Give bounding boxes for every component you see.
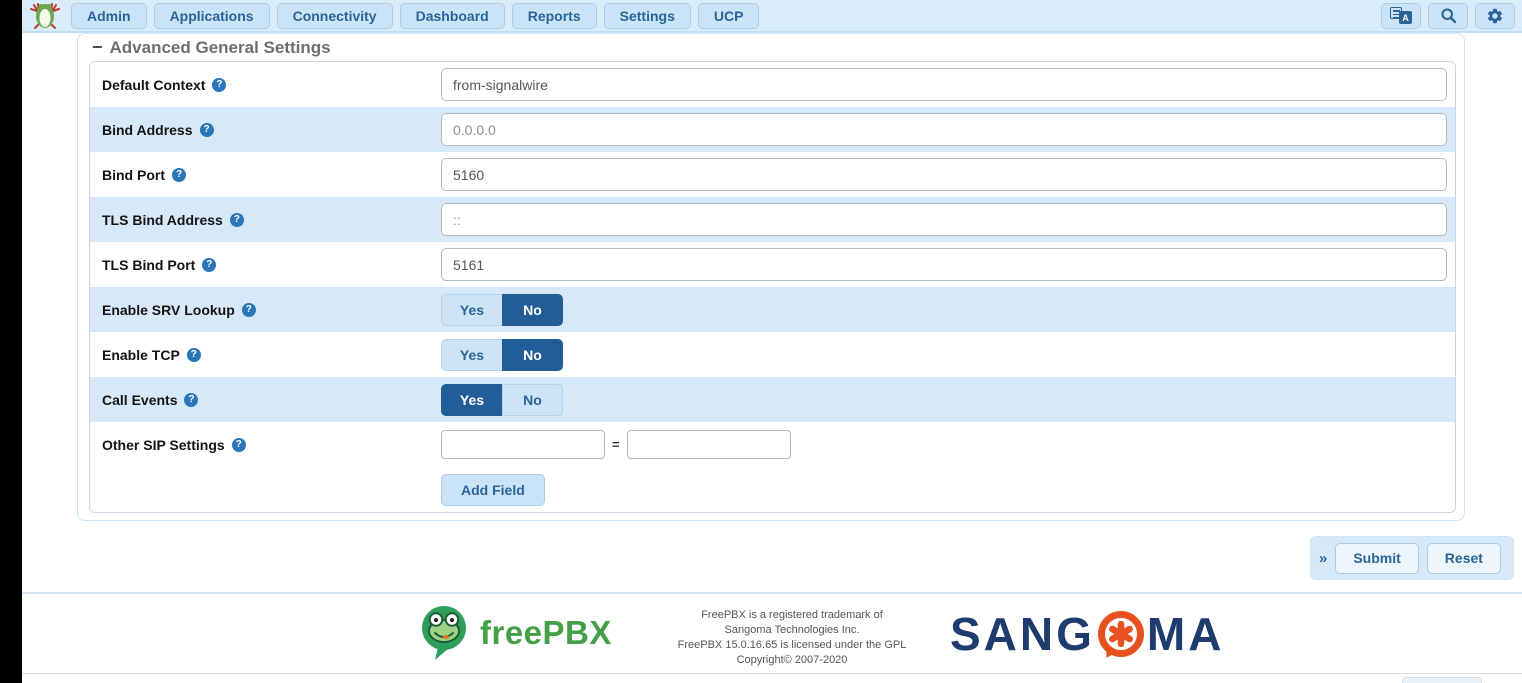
bind-port-input[interactable] <box>441 158 1447 191</box>
row-other-sip-settings: Other SIP Settings ? = <box>90 422 1455 467</box>
sangoma-logo: SANG MA <box>950 607 1224 661</box>
section-title: Advanced General Settings <box>110 38 331 58</box>
settings-table: Default Context ? Bind Address ? Bin <box>89 61 1456 513</box>
bind-address-label: Bind Address <box>102 122 193 138</box>
help-icon[interactable]: ? <box>200 123 214 137</box>
row-bind-port: Bind Port ? <box>90 152 1455 197</box>
trademark-text: FreePBX is a registered trademark of San… <box>642 608 942 668</box>
add-field-row: Add Field <box>90 467 1455 512</box>
help-icon[interactable]: ? <box>230 213 244 227</box>
nav-tab-settings[interactable]: Settings <box>604 3 691 29</box>
equals-separator: = <box>612 437 620 452</box>
freepbx-logo-text: freePBX <box>480 614 612 652</box>
tls-bind-port-input[interactable] <box>441 248 1447 281</box>
tls-bind-port-label: TLS Bind Port <box>102 257 195 273</box>
screen-edge-bar <box>0 0 22 683</box>
other-sip-settings-label: Other SIP Settings <box>102 437 225 453</box>
action-bar: » Submit Reset <box>1310 536 1514 580</box>
nav-tab-connectivity[interactable]: Connectivity <box>277 3 393 29</box>
search-button[interactable] <box>1428 3 1468 29</box>
call-events-toggle: Yes No <box>441 384 563 416</box>
row-tls-bind-port: TLS Bind Port ? <box>90 242 1455 287</box>
sangoma-text-prefix: SANG <box>950 607 1095 661</box>
tcp-yes-button[interactable]: Yes <box>441 339 502 371</box>
enable-srv-lookup-toggle: Yes No <box>441 294 563 326</box>
help-icon[interactable]: ? <box>187 348 201 362</box>
row-bind-address: Bind Address ? <box>90 107 1455 152</box>
trademark-line: FreePBX is a registered trademark of <box>642 608 942 623</box>
section-header[interactable]: − Advanced General Settings <box>92 37 331 58</box>
help-icon[interactable]: ? <box>202 258 216 272</box>
trademark-line: Copyright© 2007-2020 <box>642 653 942 668</box>
row-default-context: Default Context ? <box>90 62 1455 107</box>
enable-srv-lookup-label: Enable SRV Lookup <box>102 302 235 318</box>
nav-tab-admin[interactable]: Admin <box>71 3 147 29</box>
settings-button[interactable] <box>1475 3 1515 29</box>
tls-bind-address-input[interactable] <box>441 203 1447 236</box>
navbar-right-icons: A <box>1381 3 1515 29</box>
sangoma-text-suffix: MA <box>1147 607 1225 661</box>
nav-tab-dashboard[interactable]: Dashboard <box>400 3 505 29</box>
reset-button[interactable]: Reset <box>1427 543 1501 574</box>
nav-tab-reports[interactable]: Reports <box>512 3 597 29</box>
trademark-line: Sangoma Technologies Inc. <box>642 623 942 638</box>
top-navbar: Admin Applications Connectivity Dashboar… <box>22 0 1522 33</box>
srv-yes-button[interactable]: Yes <box>441 294 502 326</box>
help-icon[interactable]: ? <box>242 303 256 317</box>
trademark-line: FreePBX 15.0.16.65 is licensed under the… <box>642 638 942 653</box>
nav-tab-applications[interactable]: Applications <box>154 3 270 29</box>
call-events-yes-button[interactable]: Yes <box>441 384 502 416</box>
srv-no-button[interactable]: No <box>502 294 563 326</box>
freepbx-frog-icon[interactable] <box>26 1 64 31</box>
default-context-label: Default Context <box>102 77 205 93</box>
language-icon: A <box>1390 7 1412 24</box>
row-call-events: Call Events ? Yes No <box>90 377 1455 422</box>
row-enable-srv-lookup: Enable SRV Lookup ? Yes No <box>90 287 1455 332</box>
help-icon[interactable]: ? <box>212 78 226 92</box>
help-icon[interactable]: ? <box>232 438 246 452</box>
enable-tcp-toggle: Yes No <box>441 339 563 371</box>
bind-port-label: Bind Port <box>102 167 165 183</box>
bind-address-input[interactable] <box>441 113 1447 146</box>
call-events-no-button[interactable]: No <box>502 384 563 416</box>
search-icon <box>1440 7 1457 24</box>
bottom-strip <box>22 675 1522 683</box>
minus-icon[interactable]: − <box>92 37 103 58</box>
sangoma-o-icon <box>1098 611 1144 657</box>
row-enable-tcp: Enable TCP ? Yes No <box>90 332 1455 377</box>
submit-button[interactable]: Submit <box>1335 543 1418 574</box>
tls-bind-address-label: TLS Bind Address <box>102 212 223 228</box>
default-context-input[interactable] <box>441 68 1447 101</box>
double-chevron-icon[interactable]: » <box>1319 550 1327 567</box>
gear-icon <box>1486 7 1504 25</box>
call-events-label: Call Events <box>102 392 177 408</box>
footer: freePBX FreePBX is a registered trademar… <box>22 592 1522 674</box>
freepbx-logo: freePBX <box>417 604 612 662</box>
freepbx-admin-screen: Admin Applications Connectivity Dashboar… <box>0 0 1522 683</box>
tcp-no-button[interactable]: No <box>502 339 563 371</box>
help-icon[interactable]: ? <box>184 393 198 407</box>
other-sip-value-input[interactable] <box>627 430 791 459</box>
help-icon[interactable]: ? <box>172 168 186 182</box>
other-sip-key-input[interactable] <box>441 430 605 459</box>
language-button[interactable]: A <box>1381 3 1421 29</box>
settings-panel: − Advanced General Settings Default Cont… <box>77 33 1465 521</box>
partial-button[interactable] <box>1402 677 1482 683</box>
enable-tcp-label: Enable TCP <box>102 347 180 363</box>
add-field-button[interactable]: Add Field <box>441 474 545 506</box>
nav-tab-ucp[interactable]: UCP <box>698 3 760 29</box>
freepbx-bubble-icon <box>417 604 471 662</box>
row-tls-bind-address: TLS Bind Address ? <box>90 197 1455 242</box>
